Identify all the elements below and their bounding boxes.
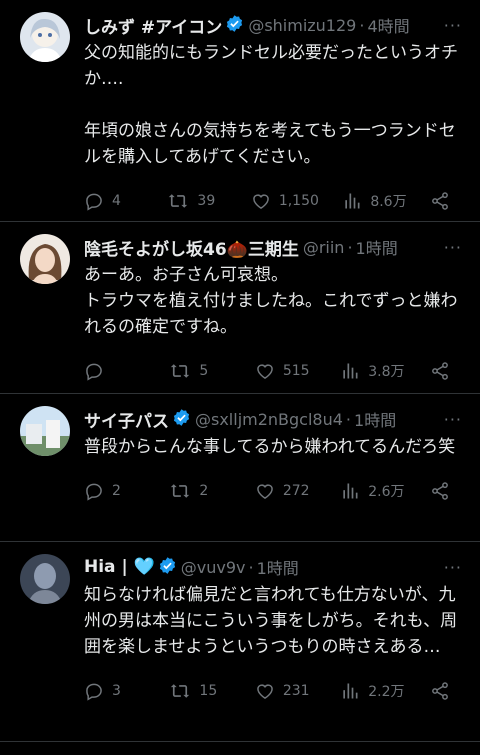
separator: ·	[248, 557, 254, 577]
tweet[interactable]: 陰毛そよがし坂46🌰三期生 @riin · 1時間 あーあ。お子さん可哀想。 ト…	[0, 222, 480, 394]
retweet-count: 5	[199, 363, 209, 379]
timestamp[interactable]: 1時間	[356, 235, 398, 259]
views-button[interactable]: 3.8万	[340, 361, 405, 381]
views-button[interactable]: 2.2万	[340, 681, 405, 701]
separator: ·	[347, 237, 353, 257]
views-count: 2.6万	[368, 484, 405, 500]
retweet-count: 2	[199, 483, 209, 499]
author-handle[interactable]: @sxlljm2nBgcl8u4	[195, 410, 343, 429]
more-icon[interactable]: ···	[444, 16, 462, 35]
reply-count: 4	[112, 193, 121, 209]
timestamp[interactable]: 1時間	[354, 407, 396, 431]
share-icon	[432, 482, 448, 500]
tweet-text: あーあ。お子さん可哀想。 トラウマを植え付けましたね。これでずっと嫌われるの確定…	[84, 265, 458, 337]
share-button[interactable]	[430, 481, 458, 501]
reply-icon	[86, 363, 102, 381]
like-button[interactable]: 1,150	[251, 191, 319, 211]
separator: ·	[359, 15, 365, 35]
like-icon	[257, 364, 273, 379]
reply-button[interactable]	[84, 361, 144, 381]
reply-icon	[86, 483, 102, 501]
like-count: 231	[282, 683, 310, 699]
views-count: 3.8万	[368, 364, 405, 380]
action-bar: 4 39 1,150 8.6万	[84, 178, 458, 224]
views-icon	[345, 193, 360, 209]
reply-button[interactable]: 3	[84, 681, 144, 701]
retweet-icon	[169, 194, 188, 208]
like-icon	[257, 684, 273, 699]
action-bar: 5 515 3.8万	[84, 348, 458, 394]
retweet-button[interactable]: 5	[169, 361, 229, 381]
reply-icon	[86, 193, 102, 211]
verified-badge-icon	[158, 556, 177, 579]
tweet[interactable]: Hia | 🩵 @vuv9v · 1時間 知らなければ偏見だと言われても仕方ない…	[0, 542, 480, 742]
avatar[interactable]	[20, 234, 70, 284]
more-icon[interactable]: ···	[444, 410, 462, 429]
share-icon	[432, 192, 448, 210]
more-icon[interactable]: ···	[444, 238, 462, 257]
retweet-icon	[171, 364, 190, 378]
retweet-button[interactable]: 39	[167, 191, 227, 211]
reply-count: 2	[112, 483, 121, 499]
retweet-icon	[171, 684, 190, 698]
avatar[interactable]	[20, 554, 70, 604]
action-bar: 2 2 272 2.6万	[84, 468, 458, 514]
views-count: 8.6万	[370, 194, 407, 210]
action-bar: 3 15 231 2.2万	[84, 668, 458, 714]
reply-button[interactable]: 4	[84, 191, 144, 211]
views-icon	[343, 483, 358, 499]
author-name[interactable]: しみず #アイコン	[84, 13, 222, 38]
share-button[interactable]	[430, 361, 458, 381]
share-icon	[432, 682, 448, 700]
like-count: 515	[282, 363, 310, 379]
verified-badge-icon	[225, 14, 244, 37]
views-icon	[343, 363, 358, 379]
like-button[interactable]: 272	[255, 481, 315, 501]
timestamp[interactable]: 4時間	[367, 13, 409, 37]
avatar[interactable]	[20, 406, 70, 456]
author-handle[interactable]: @vuv9v	[181, 558, 246, 577]
like-count: 272	[282, 483, 310, 499]
separator: ·	[345, 409, 352, 429]
views-button[interactable]: 8.6万	[342, 191, 407, 211]
tweet[interactable]: サイ子パス @sxlljm2nBgcl8u4 · 1時間 普段からこんな事してる…	[0, 394, 480, 542]
author-name[interactable]: 陰毛そよがし坂46🌰三期生	[84, 235, 299, 260]
like-icon	[257, 484, 273, 499]
retweet-icon	[171, 484, 190, 498]
author-handle[interactable]: @riin	[303, 238, 345, 257]
views-icon	[343, 683, 358, 699]
retweet-count: 15	[199, 683, 218, 699]
retweet-count: 39	[197, 193, 216, 209]
avatar[interactable]	[20, 12, 70, 62]
retweet-button[interactable]: 2	[169, 481, 229, 501]
like-button[interactable]: 231	[255, 681, 315, 701]
share-button[interactable]	[430, 681, 458, 701]
author-name[interactable]: サイ子パス	[84, 407, 169, 432]
tweet[interactable]: しみず #アイコン @shimizu129 · 4時間 父の知能的にもランドセル…	[0, 0, 480, 222]
more-icon[interactable]: ···	[444, 558, 462, 577]
verified-badge-icon	[172, 408, 191, 431]
reply-button[interactable]: 2	[84, 481, 144, 501]
reply-count: 3	[112, 683, 121, 699]
views-count: 2.2万	[368, 684, 405, 700]
author-name[interactable]: Hia | 🩵	[84, 557, 155, 577]
like-count: 1,150	[278, 193, 319, 209]
tweet-text: 父の知能的にもランドセル必要だったというオチか…. 年頃の娘さんの気持ちを考えて…	[84, 43, 458, 167]
timeline: しみず #アイコン @shimizu129 · 4時間 父の知能的にもランドセル…	[0, 0, 480, 742]
like-button[interactable]: 515	[255, 361, 315, 381]
retweet-button[interactable]: 15	[169, 681, 229, 701]
tweet-text: 知らなければ偏見だと言われても仕方ないが、九州の男は本当にこういう事をしがち。そ…	[84, 585, 458, 657]
author-handle[interactable]: @shimizu129	[248, 16, 356, 35]
share-button[interactable]	[430, 191, 458, 211]
share-icon	[432, 362, 448, 380]
reply-icon	[86, 683, 102, 701]
timestamp[interactable]: 1時間	[257, 555, 299, 579]
tweet-text: 普段からこんな事してるから嫌われてるんだろ笑	[84, 437, 456, 457]
views-button[interactable]: 2.6万	[340, 481, 405, 501]
like-icon	[252, 194, 269, 209]
